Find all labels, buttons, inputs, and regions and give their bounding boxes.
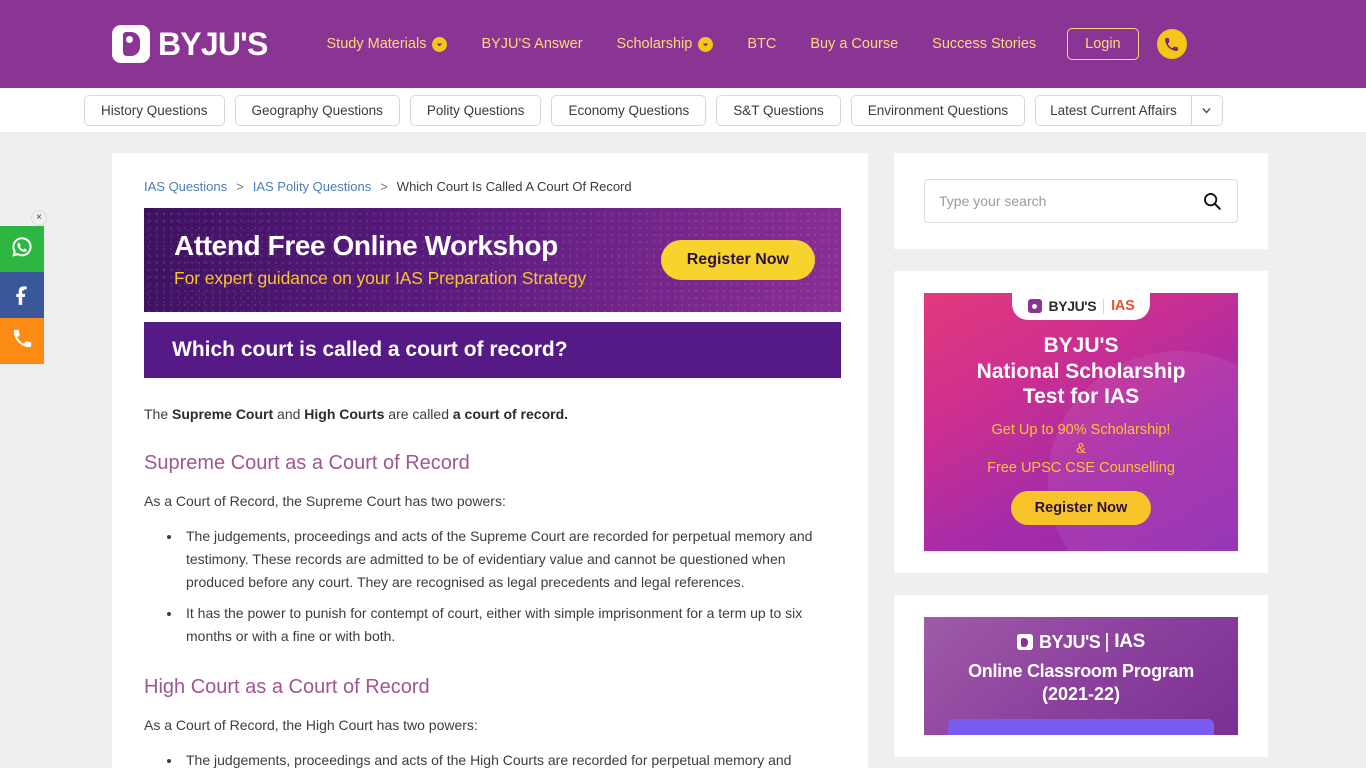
nav-item-success-stories[interactable]: Success Stories (915, 36, 1053, 52)
breadcrumb-current: Which Court Is Called A Court Of Record (396, 179, 632, 194)
section-lead-high-court: As a Court of Record, the High Court has… (144, 716, 478, 733)
facebook-icon (10, 281, 34, 310)
section-lead-supreme-court: As a Court of Record, the Supreme Court … (144, 493, 506, 510)
nav-label: BYJU'S Answer (481, 36, 583, 52)
workshop-register-button[interactable]: Register Now (660, 240, 815, 280)
phone-icon[interactable] (1156, 29, 1187, 59)
search-card (894, 153, 1268, 249)
classroom-ad-year: (2021-22) (1041, 684, 1121, 704)
sidebar: BYJU'S IAS BYJU'S National Scholarship T… (894, 153, 1268, 768)
subnav-item-history-questions[interactable]: History Questions (84, 94, 225, 126)
ad-logo-suffix: IAS (1111, 298, 1135, 314)
scholarship-ad-line1: BYJU'S (1043, 334, 1119, 357)
call-button[interactable] (0, 318, 44, 364)
subnav-item-environment-questions[interactable]: Environment Questions (850, 94, 1026, 126)
byjus-ias-logo-icon: BYJU'S IAS (1011, 293, 1151, 320)
classroom-ad-title: Online Classroom Program (968, 661, 1194, 681)
intro-bold-high-courts: High Courts (304, 406, 385, 422)
breadcrumb-separator: > (236, 179, 244, 194)
article-intro: The Supreme Court and High Courts are ca… (144, 404, 836, 424)
subnav-item-economy-questions[interactable]: Economy Questions (551, 94, 707, 126)
nav-item-byjus-answer[interactable]: BYJU'S Answer (464, 36, 599, 52)
phone-icon (11, 327, 34, 355)
breadcrumb-item-ias-questions[interactable]: IAS Questions (144, 179, 227, 194)
article-card: IAS Questions > IAS Polity Questions > W… (112, 153, 868, 768)
whatsapp-icon (10, 235, 34, 264)
list-item: The judgements, proceedings and acts of … (182, 525, 836, 593)
scholarship-ad-card: BYJU'S IAS BYJU'S National Scholarship T… (894, 271, 1268, 573)
scholarship-register-button[interactable]: Register Now (1010, 491, 1152, 526)
search-box[interactable] (924, 179, 1238, 223)
nav-item-study-materials[interactable]: Study Materials (310, 36, 465, 52)
scholarship-ad-offer: Get Up to 90% Scholarship! & Free UPSC C… (987, 421, 1175, 478)
nav-label: Success Stories (932, 36, 1037, 52)
subnav-item-geography-questions[interactable]: Geography Questions (234, 94, 400, 126)
nav-item-btc[interactable]: BTC (730, 36, 793, 52)
close-icon[interactable]: × (31, 210, 47, 226)
ad-logo-brand: BYJU'S (1038, 631, 1101, 652)
intro-mid: and (273, 406, 305, 422)
primary-nav: Study Materials BYJU'S Answer Scholarshi… (310, 28, 1187, 60)
intro-post: are called (384, 406, 453, 422)
classroom-ad-strip (948, 719, 1214, 735)
ad-logo-suffix: IAS (1114, 631, 1146, 652)
scholarship-ad-line3: Test for IAS (1022, 385, 1140, 409)
search-input[interactable] (939, 193, 1201, 209)
chevron-down-icon (698, 36, 714, 52)
byjus-ias-logo-icon: BYJU'S IAS (1016, 631, 1146, 653)
subnav-item-latest-current-affairs[interactable]: Latest Current Affairs (1035, 94, 1223, 126)
site-logo[interactable]: BYJU'S (112, 25, 268, 63)
nav-item-buy-a-course[interactable]: Buy a Course (793, 36, 915, 52)
chevron-down-icon[interactable] (1190, 95, 1222, 125)
page-body: IAS Questions > IAS Polity Questions > W… (0, 133, 1366, 768)
section-heading-high-court: High Court as a Court of Record (144, 675, 430, 698)
nav-item-scholarship[interactable]: Scholarship (600, 36, 731, 52)
list-item: The judgements, proceedings and acts of … (182, 749, 836, 768)
scholarship-offer-amp: & (1076, 440, 1086, 457)
facebook-share-button[interactable] (0, 272, 44, 318)
breadcrumb-item-ias-polity-questions[interactable]: IAS Polity Questions (253, 179, 372, 194)
intro-bold-supreme-court: Supreme Court (172, 406, 274, 422)
chevron-down-icon (432, 36, 448, 52)
byjus-logo-icon (112, 25, 150, 63)
nav-label: Buy a Course (810, 36, 899, 52)
section-points-high-court: The judgements, proceedings and acts of … (144, 749, 836, 768)
category-subnav: History Questions Geography Questions Po… (0, 88, 1366, 133)
social-share-rail: × (0, 210, 47, 364)
section-heading-supreme-court: Supreme Court as a Court of Record (144, 452, 470, 475)
scholarship-offer-2: Free UPSC CSE Counselling (987, 459, 1175, 476)
subnav-item-polity-questions[interactable]: Polity Questions (409, 94, 542, 126)
nav-label: BTC (747, 36, 777, 52)
classroom-ad-card: BYJU'S IAS Online Classroom Program (202… (894, 595, 1268, 757)
scholarship-ad[interactable]: BYJU'S IAS BYJU'S National Scholarship T… (924, 293, 1238, 551)
intro-bold-court-of-record: a court of record. (452, 406, 569, 422)
brand-name: BYJU'S (158, 26, 268, 62)
nav-label: Study Materials (326, 36, 427, 52)
breadcrumb-separator: > (380, 179, 388, 194)
intro-pre: The (144, 406, 173, 422)
scholarship-ad-heading: BYJU'S National Scholarship Test for IAS (977, 333, 1186, 410)
whatsapp-share-button[interactable] (0, 226, 44, 272)
list-item: It has the power to punish for contempt … (182, 602, 836, 647)
workshop-banner-title: Attend Free Online Workshop (174, 229, 558, 261)
page-title: Which court is called a court of record? (144, 322, 841, 378)
scholarship-ad-line2: National Scholarship (976, 359, 1186, 383)
search-icon[interactable] (1201, 190, 1223, 212)
scholarship-offer-1: Get Up to 90% Scholarship! (991, 421, 1171, 438)
nav-label: Scholarship (616, 36, 693, 52)
site-header: BYJU'S Study Materials BYJU'S Answer Sch… (0, 0, 1366, 88)
breadcrumb: IAS Questions > IAS Polity Questions > W… (144, 179, 836, 194)
subnav-item-st-questions[interactable]: S&T Questions (716, 94, 841, 126)
online-classroom-ad[interactable]: BYJU'S IAS Online Classroom Program (202… (924, 617, 1238, 735)
login-button[interactable]: Login (1067, 28, 1139, 60)
subnav-dropdown-label: Latest Current Affairs (1050, 102, 1177, 118)
workshop-banner-subtitle: For expert guidance on your IAS Preparat… (174, 268, 587, 289)
ad-logo-brand: BYJU'S (1048, 298, 1097, 314)
section-points-supreme-court: The judgements, proceedings and acts of … (144, 525, 836, 647)
workshop-banner-ad[interactable]: Attend Free Online Workshop For expert g… (144, 208, 841, 312)
